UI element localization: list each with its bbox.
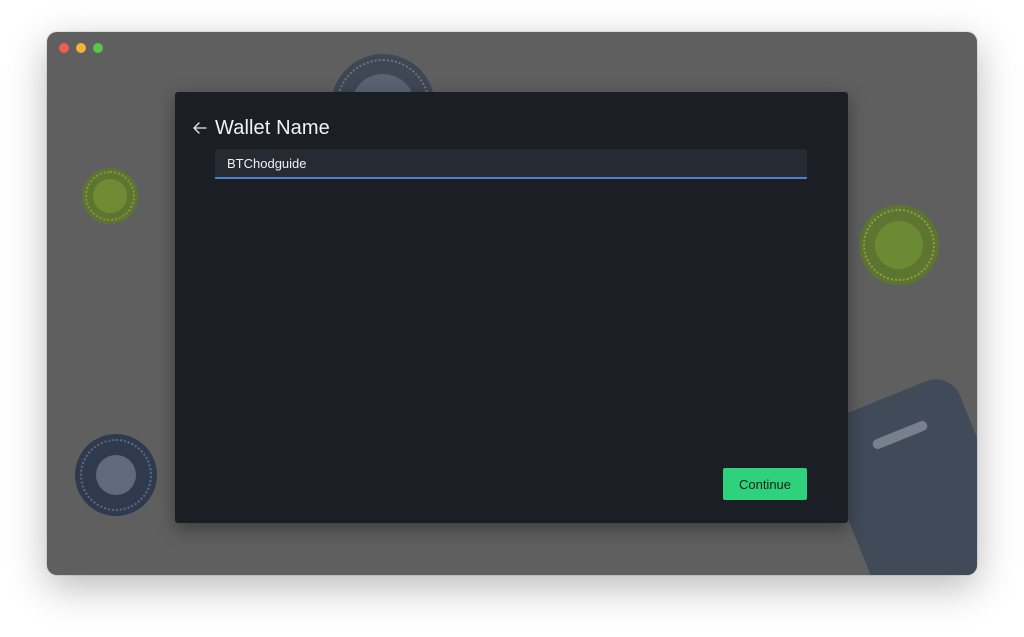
- app-window: Wallet Name Continue: [47, 32, 977, 575]
- maximize-window-button[interactable]: [93, 43, 103, 53]
- coin-decoration-bottom-left: [75, 434, 157, 516]
- minimize-window-button[interactable]: [76, 43, 86, 53]
- dialog-title: Wallet Name: [215, 117, 330, 139]
- wallet-name-dialog: Wallet Name Continue: [175, 92, 848, 523]
- coin-decoration-left-green: [82, 168, 138, 224]
- continue-button[interactable]: Continue: [723, 468, 807, 500]
- wallet-name-input[interactable]: [215, 149, 807, 179]
- close-window-button[interactable]: [59, 43, 69, 53]
- arrow-left-icon[interactable]: [191, 119, 209, 137]
- coin-decoration-right-green: [859, 205, 939, 285]
